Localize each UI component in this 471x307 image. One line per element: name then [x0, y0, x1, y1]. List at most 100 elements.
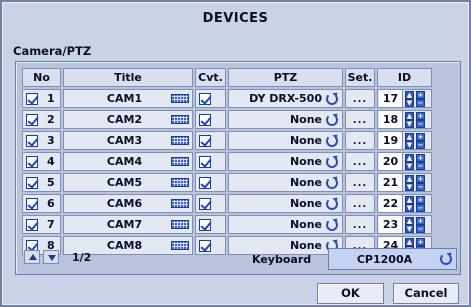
plus-minus-icon[interactable]: +−: [416, 132, 425, 149]
cycle-icon[interactable]: [326, 218, 338, 231]
setup-button[interactable]: ...: [353, 178, 367, 189]
checkbox-checked-icon[interactable]: [26, 113, 38, 126]
spinner-icon[interactable]: ▲▼: [405, 153, 414, 170]
covert-checkbox-icon[interactable]: [199, 197, 211, 210]
cycle-icon[interactable]: [326, 113, 338, 126]
keyboard-icon[interactable]: [171, 157, 189, 166]
cell-ptz[interactable]: None: [228, 152, 343, 171]
cell-cvt: [195, 173, 226, 192]
cell-title[interactable]: CAM5: [63, 173, 193, 192]
cell-title[interactable]: CAM6: [63, 194, 193, 213]
keyboard-select[interactable]: CP1200A: [328, 248, 457, 270]
cycle-icon[interactable]: [326, 134, 338, 147]
keyboard-icon[interactable]: [171, 115, 189, 124]
setup-button[interactable]: ...: [353, 115, 367, 126]
header-id: ID: [377, 68, 432, 87]
cell-set[interactable]: ...: [345, 89, 375, 108]
covert-checkbox-icon[interactable]: [199, 155, 211, 168]
spinner-icon[interactable]: ▲▼: [405, 111, 414, 128]
cycle-icon[interactable]: [440, 253, 452, 265]
spinner-icon[interactable]: ▲▼: [405, 174, 414, 191]
id-value[interactable]: 19: [379, 132, 403, 149]
cycle-icon[interactable]: [326, 197, 338, 210]
cell-ptz[interactable]: None: [228, 110, 343, 129]
cell-set[interactable]: ...: [345, 152, 375, 171]
cell-title[interactable]: CAM1: [63, 89, 193, 108]
id-value[interactable]: 22: [379, 195, 403, 212]
camera-title: CAM4: [106, 155, 143, 168]
cycle-icon[interactable]: [326, 176, 338, 189]
id-value[interactable]: 21: [379, 174, 403, 191]
plus-minus-icon[interactable]: +−: [416, 111, 425, 128]
cycle-icon[interactable]: [326, 155, 338, 168]
cell-title[interactable]: CAM4: [63, 152, 193, 171]
spinner-icon[interactable]: ▲▼: [405, 216, 414, 233]
id-value[interactable]: 18: [379, 111, 403, 128]
camera-ptz-panel: No Title Cvt. PTZ Set. ID 1 CAM1 DY DRX-…: [15, 61, 461, 275]
keyboard-icon[interactable]: [171, 220, 189, 229]
plus-minus-icon[interactable]: +−: [416, 90, 425, 107]
cell-ptz[interactable]: None: [228, 215, 343, 234]
checkbox-checked-icon[interactable]: [26, 155, 38, 168]
covert-checkbox-icon[interactable]: [199, 239, 211, 252]
id-value[interactable]: 17: [379, 90, 403, 107]
checkbox-checked-icon[interactable]: [26, 92, 38, 105]
plus-minus-icon[interactable]: +−: [416, 216, 425, 233]
cell-ptz[interactable]: DY DRX-500: [228, 89, 343, 108]
setup-button[interactable]: ...: [353, 220, 367, 231]
spinner-icon[interactable]: ▲▼: [405, 195, 414, 212]
keyboard-icon[interactable]: [171, 241, 189, 250]
id-value[interactable]: 23: [379, 216, 403, 233]
cell-set[interactable]: ...: [345, 173, 375, 192]
cell-set[interactable]: ...: [345, 131, 375, 150]
keyboard-label: Keyboard: [252, 253, 312, 266]
header-title: Title: [63, 68, 193, 87]
setup-button[interactable]: ...: [353, 136, 367, 147]
keyboard-value: CP1200A: [356, 252, 413, 266]
checkbox-checked-icon[interactable]: [26, 134, 38, 147]
setup-button[interactable]: ...: [353, 94, 367, 105]
covert-checkbox-icon[interactable]: [199, 218, 211, 231]
plus-minus-icon[interactable]: +−: [416, 195, 425, 212]
camera-title: CAM5: [106, 176, 143, 189]
cell-set[interactable]: ...: [345, 110, 375, 129]
cell-title[interactable]: CAM7: [63, 215, 193, 234]
ok-button[interactable]: OK: [317, 283, 384, 304]
keyboard-icon[interactable]: [171, 94, 189, 103]
plus-minus-icon[interactable]: +−: [416, 153, 425, 170]
page-up-button[interactable]: [24, 250, 40, 264]
cell-ptz[interactable]: None: [228, 131, 343, 150]
id-value[interactable]: 20: [379, 153, 403, 170]
plus-minus-icon[interactable]: +−: [416, 174, 425, 191]
checkbox-checked-icon[interactable]: [26, 176, 38, 189]
cell-title[interactable]: CAM3: [63, 131, 193, 150]
cell-no: 2: [22, 110, 61, 129]
cancel-button[interactable]: Cancel: [393, 283, 459, 304]
keyboard-icon[interactable]: [171, 178, 189, 187]
covert-checkbox-icon[interactable]: [199, 113, 211, 126]
covert-checkbox-icon[interactable]: [199, 92, 211, 105]
spinner-icon[interactable]: ▲▼: [405, 132, 414, 149]
cycle-icon[interactable]: [326, 92, 338, 105]
cell-no: 3: [22, 131, 61, 150]
cell-ptz[interactable]: None: [228, 173, 343, 192]
covert-checkbox-icon[interactable]: [199, 134, 211, 147]
cell-set[interactable]: ...: [345, 215, 375, 234]
cell-title[interactable]: CAM2: [63, 110, 193, 129]
checkbox-checked-icon[interactable]: [26, 218, 38, 231]
ptz-value: DY DRX-500: [249, 92, 322, 105]
cell-ptz[interactable]: None: [228, 194, 343, 213]
page-indicator: 1/2: [72, 250, 92, 264]
camera-table: No Title Cvt. PTZ Set. ID 1 CAM1 DY DRX-…: [20, 66, 434, 257]
setup-button[interactable]: ...: [353, 157, 367, 168]
table-row: 6 CAM6 None ... 22 ▲ ▼ + −: [22, 194, 432, 213]
spinner-icon[interactable]: ▲▼: [405, 90, 414, 107]
cell-set[interactable]: ...: [345, 194, 375, 213]
covert-checkbox-icon[interactable]: [199, 176, 211, 189]
setup-button[interactable]: ...: [353, 199, 367, 210]
page-down-button[interactable]: [43, 250, 59, 264]
checkbox-checked-icon[interactable]: [26, 197, 38, 210]
keyboard-icon[interactable]: [171, 136, 189, 145]
ptz-value: None: [289, 239, 322, 252]
keyboard-icon[interactable]: [171, 199, 189, 208]
